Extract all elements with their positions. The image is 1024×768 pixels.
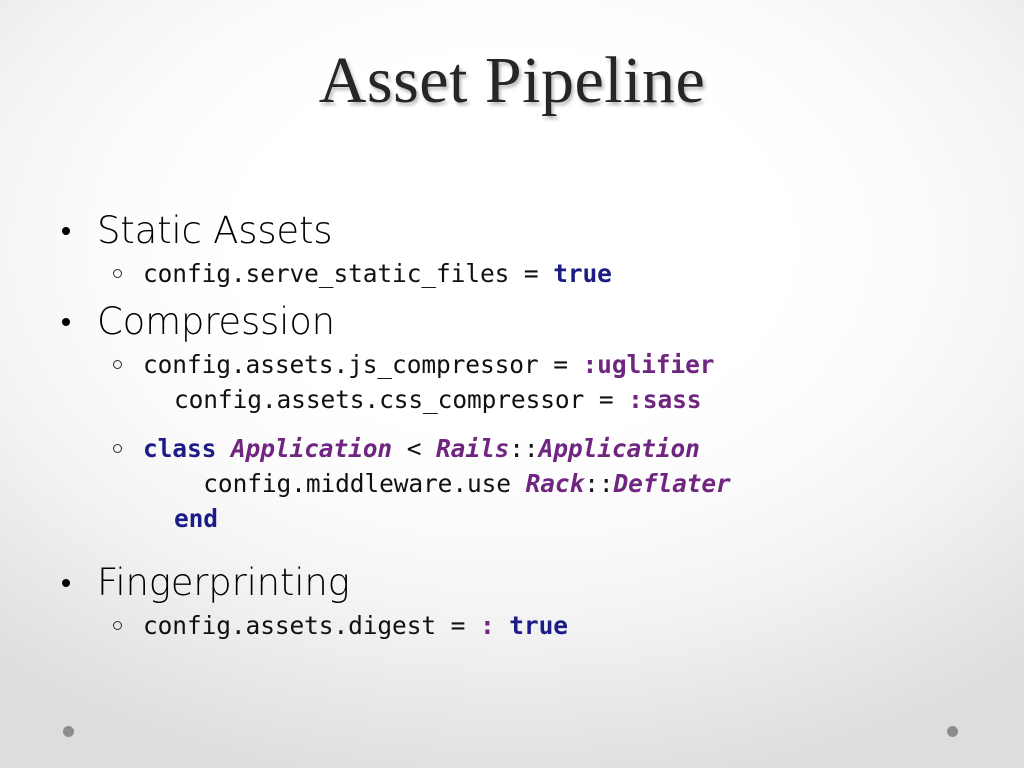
sub-bullet-item-0-0: config.serve_static_files = true: [56, 256, 986, 291]
code-token-op: config.assets.css_compressor =: [173, 385, 629, 414]
code-token-val: true: [553, 259, 612, 288]
code-line: config.assets.js_compressor = :uglifier: [143, 347, 986, 382]
bullet-label: Compression: [97, 300, 335, 343]
slide-canvas: Asset Pipeline Static Assets config.serve…: [0, 0, 1024, 768]
code-line: end: [143, 501, 986, 536]
code-token-sym: :sass: [628, 385, 702, 414]
code-token-kw: end: [173, 504, 218, 533]
bullet-label: Fingerprinting: [97, 561, 350, 604]
code-token-kw: class: [143, 434, 231, 463]
code-token-op: config.assets.js_compressor =: [143, 350, 583, 379]
code-token-op: config.assets.digest =: [143, 611, 480, 640]
sub-bullet-circle-icon: [113, 444, 122, 453]
decorative-dot-left-icon: [63, 726, 74, 737]
code-line: class Application < Rails::Application: [143, 431, 986, 466]
code-token-cls: Rails: [436, 434, 510, 463]
code-token-cls: Application: [538, 434, 700, 463]
code-token-cls: Application: [230, 434, 393, 463]
sub-bullet-item-1-0: config.assets.js_compressor = :uglifier c…: [56, 347, 986, 417]
code-line: config.assets.digest = : true: [143, 608, 986, 643]
sub-bullet-item-2-0: config.assets.digest = : true: [56, 608, 986, 643]
sub-bullet-circle-icon: [113, 269, 122, 278]
code-token-cls: Deflater: [613, 469, 731, 498]
bullet-dot-icon: [62, 318, 70, 326]
bullet-item-1: Compression: [56, 297, 986, 347]
bullet-label: Static Assets: [97, 209, 333, 252]
code-line: config.middleware.use Rack::Deflater: [143, 466, 986, 501]
code-token-sym: :: [479, 611, 495, 640]
code-token-op: ::: [584, 469, 614, 498]
sub-bullet-circle-icon: [113, 621, 122, 630]
bullet-item-2: Fingerprinting: [56, 558, 986, 608]
slide-body: Static Assets config.serve_static_files =…: [56, 206, 986, 643]
code-line: config.assets.css_compressor = :sass: [143, 382, 986, 417]
code-token-op: config.middleware.use: [173, 469, 526, 498]
bullet-item-0: Static Assets: [56, 206, 986, 256]
code-token-sym: :uglifier: [582, 350, 715, 379]
page-title: Asset Pipeline: [318, 44, 706, 117]
code-token-op: [495, 611, 510, 640]
code-block-spacer: [56, 417, 986, 431]
code-token-val: true: [509, 611, 568, 640]
decorative-dot-right-icon: [947, 726, 958, 737]
sub-bullet-item-1-1: class Application < Rails::Application c…: [56, 431, 986, 536]
sub-bullet-circle-icon: [113, 360, 122, 369]
bullet-dot-icon: [62, 579, 70, 587]
bullet-dot-icon: [62, 227, 70, 235]
code-token-cls: Rack: [525, 469, 585, 498]
code-token-op: config.serve_static_files =: [143, 259, 554, 288]
code-token-op: <: [392, 434, 437, 463]
code-line: config.serve_static_files = true: [143, 256, 986, 291]
code-token-op: ::: [509, 434, 539, 463]
